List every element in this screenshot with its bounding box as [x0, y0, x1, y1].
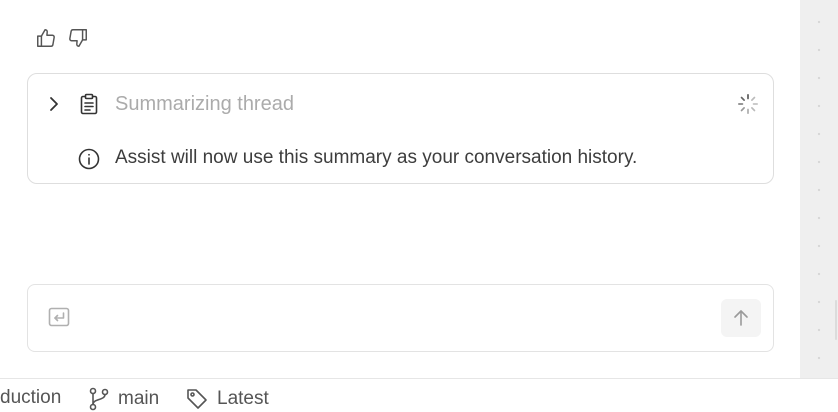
branch-label: main [118, 388, 160, 409]
info-icon [78, 148, 100, 170]
tag-icon [187, 389, 207, 409]
side-rail [800, 0, 838, 378]
resize-handle[interactable] [835, 300, 837, 340]
project-name[interactable]: duction [0, 387, 61, 409]
branch-selector[interactable]: main [88, 387, 159, 411]
message-input[interactable] [84, 301, 704, 335]
version-label: Latest [217, 388, 269, 409]
clipboard-icon [78, 93, 100, 115]
version-selector[interactable]: Latest [185, 387, 269, 411]
chat-pane: Summarizing thread Assist will now use t… [0, 0, 800, 378]
summary-card: Summarizing thread Assist will now use t… [27, 73, 774, 184]
send-button[interactable] [721, 299, 761, 337]
summary-title: Summarizing thread [115, 93, 294, 115]
info-text: Assist will now use this summary as your… [115, 147, 638, 168]
info-notice: Assist will now use this summary as your… [28, 146, 773, 170]
feedback-actions [34, 26, 90, 50]
chevron-right-icon[interactable] [44, 94, 64, 114]
thumbs-up-icon[interactable] [34, 26, 58, 50]
thumbs-down-icon[interactable] [66, 26, 90, 50]
git-branch-icon [89, 387, 109, 411]
message-composer [27, 284, 774, 352]
project-label: duction [0, 387, 62, 408]
spinner-icon [737, 93, 759, 115]
enter-icon [48, 307, 72, 329]
status-bar: duction main Latest [0, 378, 838, 412]
summary-header[interactable]: Summarizing thread [28, 88, 773, 120]
arrow-up-icon [734, 310, 748, 326]
